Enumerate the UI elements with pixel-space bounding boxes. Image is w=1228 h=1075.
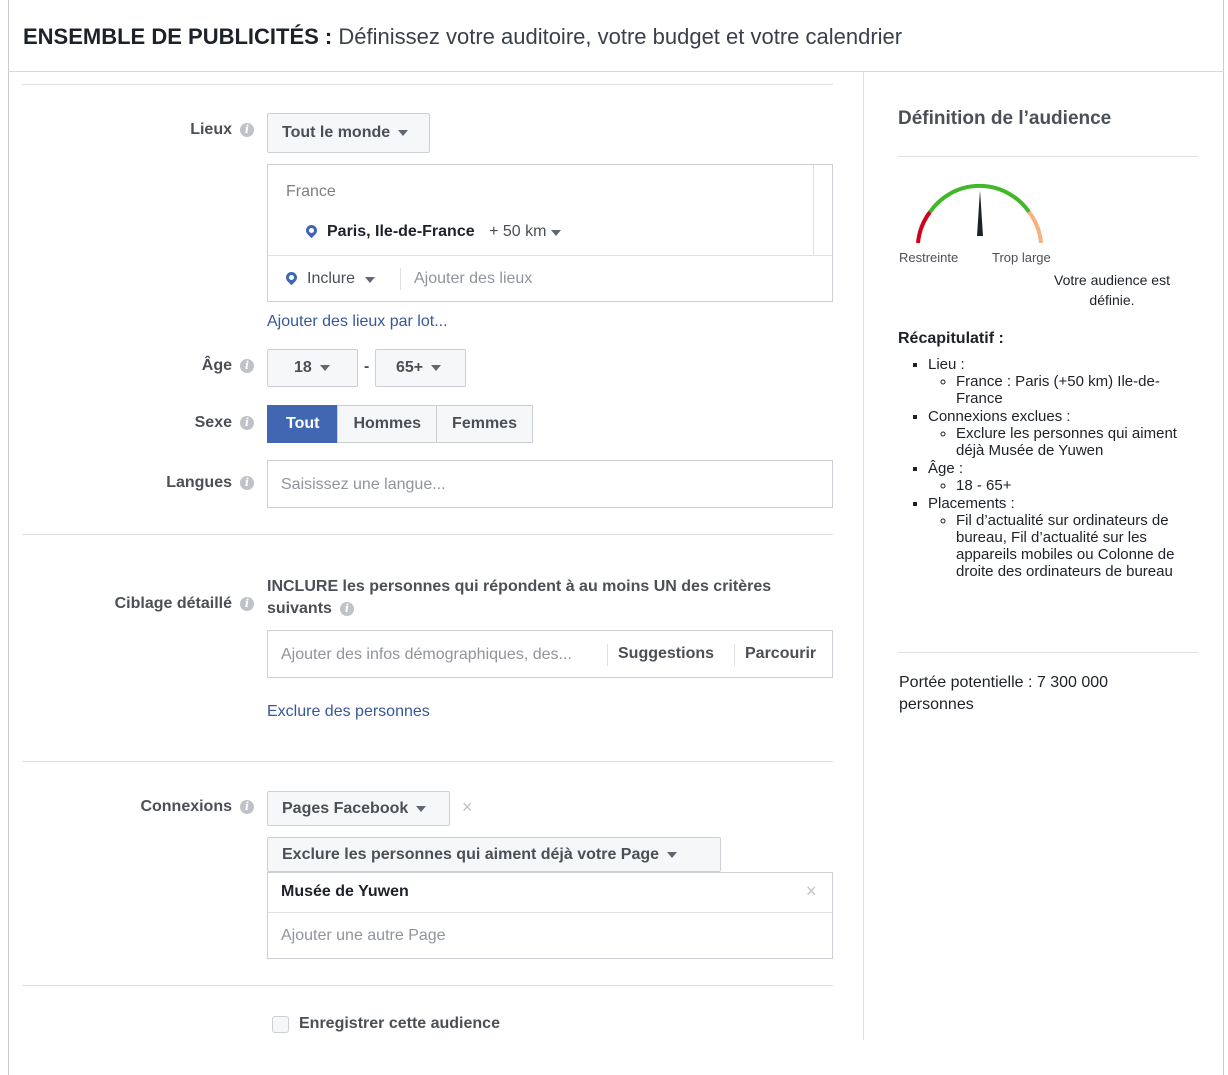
gauge-right-label: Trop large bbox=[992, 250, 1051, 265]
divider bbox=[898, 156, 1198, 157]
recap-section: Récapitulatif : Lieu : France : Paris (+… bbox=[898, 330, 1198, 581]
info-icon[interactable]: i bbox=[240, 800, 254, 814]
save-audience-checkbox[interactable] bbox=[272, 1016, 289, 1033]
chevron-down-icon bbox=[365, 277, 376, 283]
locations-scope-dropdown[interactable]: Tout le monde bbox=[267, 113, 430, 153]
sidebar-divider bbox=[863, 72, 864, 1040]
locations-box: France Paris, Ile-de-France + 50 km Incl… bbox=[267, 164, 833, 302]
close-icon[interactable]: × bbox=[806, 881, 817, 902]
recap-value: France : Paris (+50 km) Ile-de-France bbox=[956, 373, 1198, 407]
gauge-orange-segment bbox=[1027, 210, 1043, 244]
detailed-targeting-description: INCLURE les personnes qui répondent à au… bbox=[267, 578, 772, 617]
info-icon[interactable]: i bbox=[240, 123, 254, 137]
age-separator: - bbox=[364, 358, 370, 375]
gender-option-all[interactable]: Tout bbox=[267, 405, 339, 443]
chevron-down-icon bbox=[416, 805, 427, 812]
scrollbar-track[interactable] bbox=[813, 165, 814, 255]
add-page-input[interactable]: Ajouter une autre Page bbox=[281, 927, 446, 945]
separator bbox=[400, 268, 401, 290]
languages-placeholder: Saisissez une langue... bbox=[281, 476, 446, 493]
recap-value: Exclure les personnes qui aiment déjà Mu… bbox=[956, 425, 1198, 459]
close-icon[interactable]: × bbox=[462, 797, 473, 818]
divider bbox=[22, 985, 833, 986]
add-locations-input[interactable]: Ajouter des lieux bbox=[414, 270, 532, 288]
gender-label: Sexe i bbox=[195, 414, 254, 432]
info-icon[interactable]: i bbox=[339, 602, 354, 616]
gauge-left-label: Restreinte bbox=[899, 250, 959, 265]
info-icon[interactable]: i bbox=[240, 476, 254, 490]
recap-item: Connexions exclues : Exclure les personn… bbox=[928, 408, 1198, 459]
include-dropdown[interactable]: Inclure bbox=[283, 269, 376, 288]
location-city: Paris, Ile-de-France bbox=[327, 223, 475, 240]
divider bbox=[22, 534, 833, 535]
locations-label: Lieux i bbox=[190, 121, 254, 139]
gender-option-women[interactable]: Femmes bbox=[436, 405, 533, 443]
detailed-targeting-placeholder: Ajouter des infos démographiques, des... bbox=[281, 646, 572, 663]
potential-reach: Portée potentielle : 7 300 000 personnes bbox=[899, 674, 1109, 713]
recap-item: Lieu : France : Paris (+50 km) Ile-de-Fr… bbox=[928, 356, 1198, 407]
page-header: ENSEMBLE DE PUBLICITÉS : Définissez votr… bbox=[8, 0, 1224, 72]
divider bbox=[22, 761, 833, 762]
chevron-down-icon bbox=[551, 230, 562, 236]
suggestions-button[interactable]: Suggestions bbox=[618, 645, 714, 663]
bulk-locations-link[interactable]: Ajouter des lieux par lot... bbox=[267, 313, 448, 331]
location-radius-dropdown[interactable]: + 50 km bbox=[489, 223, 562, 240]
gender-option-men[interactable]: Hommes bbox=[337, 405, 438, 443]
connections-exclude-dropdown[interactable]: Exclure les personnes qui aiment déjà vo… bbox=[267, 837, 721, 872]
detailed-targeting-input[interactable]: Ajouter des infos démographiques, des...… bbox=[267, 630, 833, 678]
separator bbox=[607, 644, 608, 666]
sidebar-title: Définition de l’audience bbox=[898, 108, 1112, 129]
chevron-down-icon bbox=[667, 851, 678, 858]
connections-pages-box: Musée de Yuwen × Ajouter une autre Page bbox=[267, 872, 833, 959]
recap-title: Récapitulatif : bbox=[898, 330, 1004, 347]
separator bbox=[734, 644, 735, 666]
gender-selector: Tout Hommes Femmes bbox=[267, 405, 533, 443]
title-bold: ENSEMBLE DE PUBLICITÉS : bbox=[23, 24, 333, 49]
divider bbox=[268, 912, 832, 913]
location-item[interactable]: Paris, Ile-de-France + 50 km bbox=[303, 222, 562, 241]
connections-label: Connexions i bbox=[140, 798, 254, 816]
location-pin-icon bbox=[283, 269, 300, 286]
detailed-targeting-label: Ciblage détaillé i bbox=[115, 595, 254, 613]
recap-value: Fil d’actualité sur ordinateurs de burea… bbox=[956, 512, 1198, 580]
chevron-down-icon bbox=[319, 365, 330, 371]
gauge-red-segment bbox=[916, 210, 932, 244]
info-icon[interactable]: i bbox=[240, 359, 254, 373]
languages-label: Langues i bbox=[166, 474, 254, 492]
info-icon[interactable]: i bbox=[240, 416, 254, 430]
location-country: France bbox=[286, 183, 336, 200]
chevron-down-icon bbox=[398, 130, 409, 136]
save-audience-label: Enregistrer cette audience bbox=[299, 1015, 500, 1032]
info-icon[interactable]: i bbox=[240, 597, 254, 611]
exclude-people-link[interactable]: Exclure des personnes bbox=[267, 703, 430, 721]
audience-gauge bbox=[916, 183, 1043, 244]
gauge-needle bbox=[977, 190, 983, 236]
recap-value: 18 - 65+ bbox=[956, 477, 1198, 494]
browse-button[interactable]: Parcourir bbox=[745, 645, 816, 663]
divider bbox=[22, 84, 833, 85]
recap-item: Âge : 18 - 65+ bbox=[928, 460, 1198, 494]
age-max-dropdown[interactable]: 65+ bbox=[375, 349, 466, 387]
divider bbox=[268, 255, 832, 256]
divider bbox=[898, 652, 1198, 653]
location-pin-icon bbox=[303, 222, 320, 239]
age-label: Âge i bbox=[202, 357, 254, 375]
languages-input[interactable]: Saisissez une langue... bbox=[267, 460, 833, 508]
connections-type-dropdown[interactable]: Pages Facebook bbox=[267, 791, 450, 826]
selected-page: Musée de Yuwen bbox=[281, 883, 409, 900]
audience-status: Votre audience est définie. bbox=[1054, 272, 1170, 308]
chevron-down-icon bbox=[431, 365, 442, 371]
title-subtitle: Définissez votre auditoire, votre budget… bbox=[338, 24, 903, 49]
age-min-dropdown[interactable]: 18 bbox=[267, 349, 358, 387]
page-title: ENSEMBLE DE PUBLICITÉS : Définissez votr… bbox=[23, 24, 902, 50]
recap-item: Placements : Fil d’actualité sur ordinat… bbox=[928, 495, 1198, 580]
